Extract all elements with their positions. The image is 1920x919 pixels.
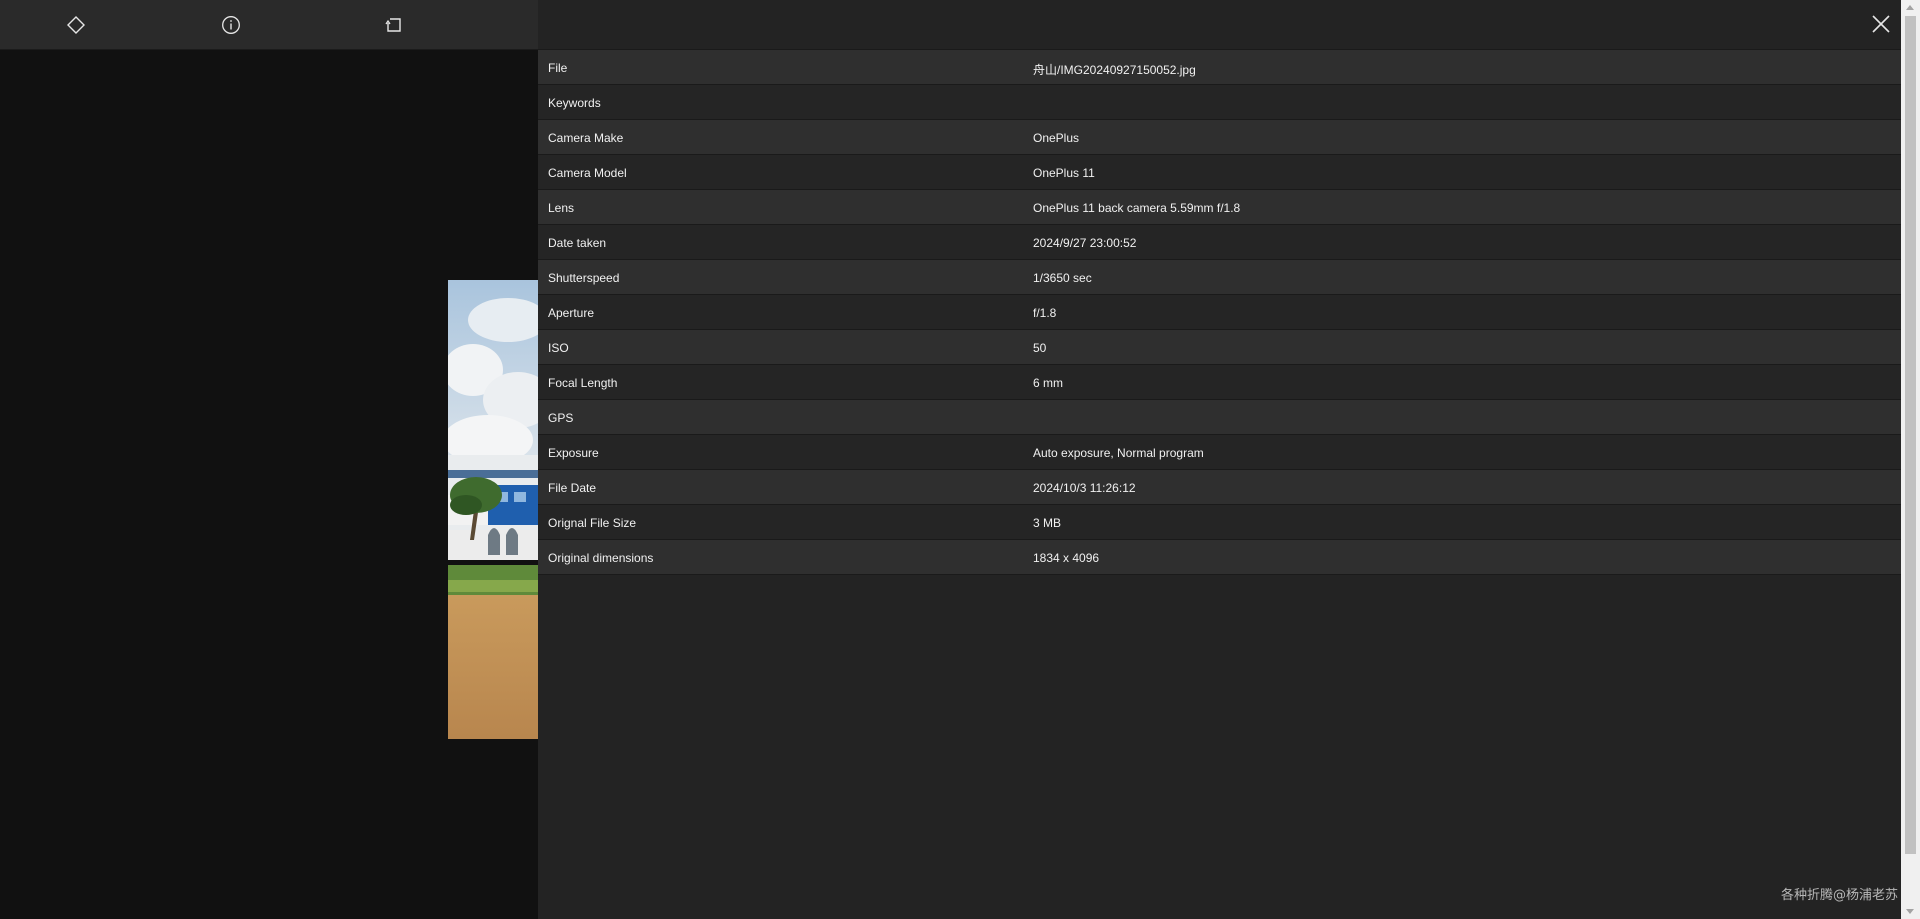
viewer-toolbar	[0, 0, 538, 50]
detail-value: OnePlus 11	[1033, 166, 1095, 180]
close-button[interactable]	[1869, 12, 1893, 36]
detail-row-lens: Lens OnePlus 11 back camera 5.59mm f/1.8	[538, 190, 1901, 225]
detail-row-aperture: Aperture f/1.8	[538, 295, 1901, 330]
detail-value: 1/3650 sec	[1033, 271, 1092, 285]
detail-value: 1834 x 4096	[1033, 551, 1100, 565]
info-panel: File 舟山/IMG20240927150052.jpg Keywords C…	[538, 0, 1901, 919]
detail-row-shutterspeed: Shutterspeed 1/3650 sec	[538, 260, 1901, 295]
detail-label: Lens	[548, 201, 575, 215]
detail-value: 舟山/IMG20240927150052.jpg	[1033, 63, 1196, 77]
detail-value: 2024/10/3 11:26:12	[1033, 481, 1136, 495]
detail-label: Camera Model	[548, 166, 627, 180]
image-viewer	[0, 0, 538, 919]
watermark: 各种折腾@杨浦老苏	[1780, 888, 1898, 903]
detail-label: Shutterspeed	[548, 271, 620, 285]
detail-label: Date taken	[548, 236, 607, 250]
detail-value: f/1.8	[1033, 306, 1057, 320]
detail-value: 2024/9/27 23:00:52	[1033, 236, 1137, 250]
tag-icon	[66, 15, 86, 35]
detail-row-date-taken: Date taken 2024/9/27 23:00:52	[538, 225, 1901, 260]
tag-button[interactable]	[61, 10, 91, 40]
scroll-thumb[interactable]	[1905, 16, 1916, 854]
detail-label: Exposure	[548, 446, 599, 460]
detail-value: Auto exposure, Normal program	[1033, 446, 1204, 460]
close-icon	[1869, 15, 1893, 40]
info-panel-header	[538, 0, 1901, 50]
detail-value: OnePlus 11 back camera 5.59mm f/1.8	[1033, 201, 1241, 215]
detail-label: ISO	[548, 341, 569, 355]
scroll-down-arrow[interactable]	[1906, 909, 1914, 914]
detail-value: 3 MB	[1033, 516, 1062, 530]
detail-label: Camera Make	[548, 131, 624, 145]
vertical-scrollbar[interactable]	[1901, 0, 1920, 919]
detail-row-camera-model: Camera Model OnePlus 11	[538, 155, 1901, 190]
detail-value: 50	[1033, 341, 1047, 355]
info-button[interactable]	[216, 10, 246, 40]
detail-row-gps: GPS	[538, 400, 1901, 435]
info-icon	[221, 15, 241, 35]
detail-label: GPS	[548, 411, 574, 425]
detail-row-iso: ISO 50	[538, 330, 1901, 365]
rotate-icon	[384, 15, 404, 35]
detail-label: File	[548, 61, 568, 75]
detail-row-file-size: Orignal File Size 3 MB	[538, 505, 1901, 540]
detail-label: Focal Length	[548, 376, 618, 390]
detail-row-file: File 舟山/IMG20240927150052.jpg	[538, 50, 1901, 85]
detail-row-dimensions: Original dimensions 1834 x 4096	[538, 540, 1901, 575]
details-table: File 舟山/IMG20240927150052.jpg Keywords C…	[538, 50, 1901, 575]
detail-row-exposure: Exposure Auto exposure, Normal program	[538, 435, 1901, 470]
rotate-button[interactable]	[379, 10, 409, 40]
detail-row-file-date: File Date 2024/10/3 11:26:12	[538, 470, 1901, 505]
detail-label: File Date	[548, 481, 597, 495]
detail-row-camera-make: Camera Make OnePlus	[538, 120, 1901, 155]
scroll-up-arrow[interactable]	[1906, 5, 1914, 10]
detail-label: Aperture	[548, 306, 595, 320]
photo-preview	[448, 280, 538, 739]
detail-label: Keywords	[548, 96, 601, 110]
detail-value: OnePlus	[1033, 131, 1080, 145]
detail-row-keywords: Keywords	[538, 85, 1901, 120]
detail-label: Original dimensions	[548, 551, 654, 565]
detail-label: Orignal File Size	[548, 516, 637, 530]
detail-value: 6 mm	[1033, 376, 1063, 390]
detail-row-focal-length: Focal Length 6 mm	[538, 365, 1901, 400]
